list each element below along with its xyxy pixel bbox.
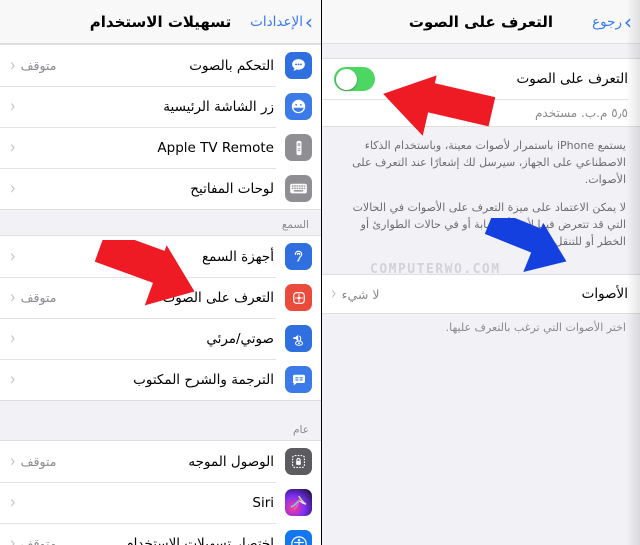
sounds-group: الأصوات لا شيء ‹	[322, 274, 640, 315]
chevron-left-icon: ‹	[10, 246, 16, 267]
chevron-left-icon: ‹	[10, 369, 16, 390]
accessibility-navbar: › الإعدادات تسهيلات الاستخدام	[0, 0, 321, 44]
row-label: اختصار تسهيلات الاستخدام	[125, 535, 274, 545]
row-audio-visual[interactable]: صوتي/مرئي ‹	[0, 318, 321, 359]
row-label: الترجمة والشرح المكتوب	[133, 371, 274, 388]
accessibility-group-general: الوصول الموجه متوقف ‹ Siri ‹ اختصار تسهي…	[0, 440, 321, 545]
chevron-back-icon: ›	[304, 9, 314, 34]
row-home-button[interactable]: زر الشاشة الرئيسية ‹	[0, 86, 321, 127]
chevron-left-icon: ‹	[10, 328, 16, 349]
sound-recognition-icon	[285, 284, 312, 311]
sounds-row-label: الأصوات	[581, 286, 628, 303]
row-value: متوقف	[20, 536, 57, 545]
apple-tv-remote-icon	[285, 134, 312, 161]
sound-recognition-toggle[interactable]	[334, 67, 375, 91]
chevron-left-icon: ‹	[10, 55, 16, 76]
back-button[interactable]: › رجوع	[592, 12, 640, 32]
row-value: متوقف	[20, 58, 57, 73]
siri-icon	[285, 489, 312, 516]
sounds-row[interactable]: الأصوات لا شيء ‹	[322, 275, 640, 314]
toggle-knob	[335, 68, 357, 90]
home-button-icon	[285, 93, 312, 120]
sound-recognition-panel: › رجوع التعرف على الصوت التعرف على الصوت…	[321, 0, 640, 545]
section-header-hearing: السمع	[281, 219, 309, 231]
hearing-devices-icon	[285, 243, 312, 270]
row-value: متوقف	[20, 454, 57, 469]
dual-panel-screenshot: › الإعدادات تسهيلات الاستخدام التحكم بال…	[0, 0, 640, 545]
chevron-left-icon: ‹	[10, 451, 16, 472]
row-label: صوتي/مرئي	[206, 330, 274, 347]
back-to-settings-button[interactable]: › الإعدادات	[250, 12, 321, 32]
row-siri[interactable]: Siri ‹	[0, 482, 321, 523]
row-label: التحكم بالصوت	[189, 57, 274, 74]
row-guided-access[interactable]: الوصول الموجه متوقف ‹	[0, 441, 321, 482]
chevron-left-icon: ‹	[10, 178, 16, 199]
back-button-label: رجوع	[592, 13, 622, 30]
audio-visual-icon	[285, 325, 312, 352]
chevron-left-icon: ‹	[10, 96, 16, 117]
sounds-row-value: لا شيء	[341, 286, 380, 302]
row-label: زر الشاشة الرئيسية	[163, 98, 274, 115]
annotation-arrow-sound-recognition	[95, 240, 235, 310]
row-label: الوصول الموجه	[188, 453, 274, 470]
back-to-settings-label: الإعدادات	[250, 13, 303, 30]
chevron-left-icon: ‹	[10, 533, 16, 545]
row-label: لوحات المفاتيح	[190, 180, 274, 197]
annotation-arrow-toggle	[370, 72, 495, 147]
section-header-general: عام	[293, 424, 309, 436]
subtitles-captioning-icon	[285, 366, 312, 393]
accessibility-settings-panel: › الإعدادات تسهيلات الاستخدام التحكم بال…	[0, 0, 321, 545]
row-voice-control[interactable]: التحكم بالصوت متوقف ‹	[0, 45, 321, 86]
row-subtitles-captioning[interactable]: الترجمة والشرح المكتوب ‹	[0, 359, 321, 400]
accessibility-group-interaction: التحكم بالصوت متوقف ‹ زر الشاشة الرئيسية…	[0, 44, 321, 210]
voice-control-icon	[285, 52, 312, 79]
row-label: Siri	[252, 494, 274, 511]
row-keyboards[interactable]: لوحات المفاتيح ‹	[0, 168, 321, 209]
chevron-back-icon: ›	[623, 9, 633, 34]
chevron-left-icon: ‹	[10, 287, 16, 308]
row-label: Apple TV Remote	[157, 139, 274, 156]
chevron-left-icon: ‹	[10, 137, 16, 158]
guided-access-icon	[285, 448, 312, 475]
chevron-left-icon: ‹	[10, 492, 16, 513]
sound-recognition-navbar: › رجوع التعرف على الصوت	[322, 0, 640, 44]
row-accessibility-shortcut[interactable]: اختصار تسهيلات الاستخدام متوقف ‹	[0, 523, 321, 545]
sounds-caption: اختر الأصوات التي ترغب بالتعرف عليها.	[445, 321, 626, 335]
accessibility-shortcut-icon	[285, 530, 312, 545]
keyboard-icon	[285, 175, 312, 202]
chevron-left-icon: ‹	[331, 284, 337, 305]
annotation-arrow-sounds	[484, 218, 594, 280]
row-apple-tv-remote[interactable]: Apple TV Remote ‹	[0, 127, 321, 168]
top-gap	[322, 44, 640, 58]
row-value: متوقف	[20, 290, 57, 305]
